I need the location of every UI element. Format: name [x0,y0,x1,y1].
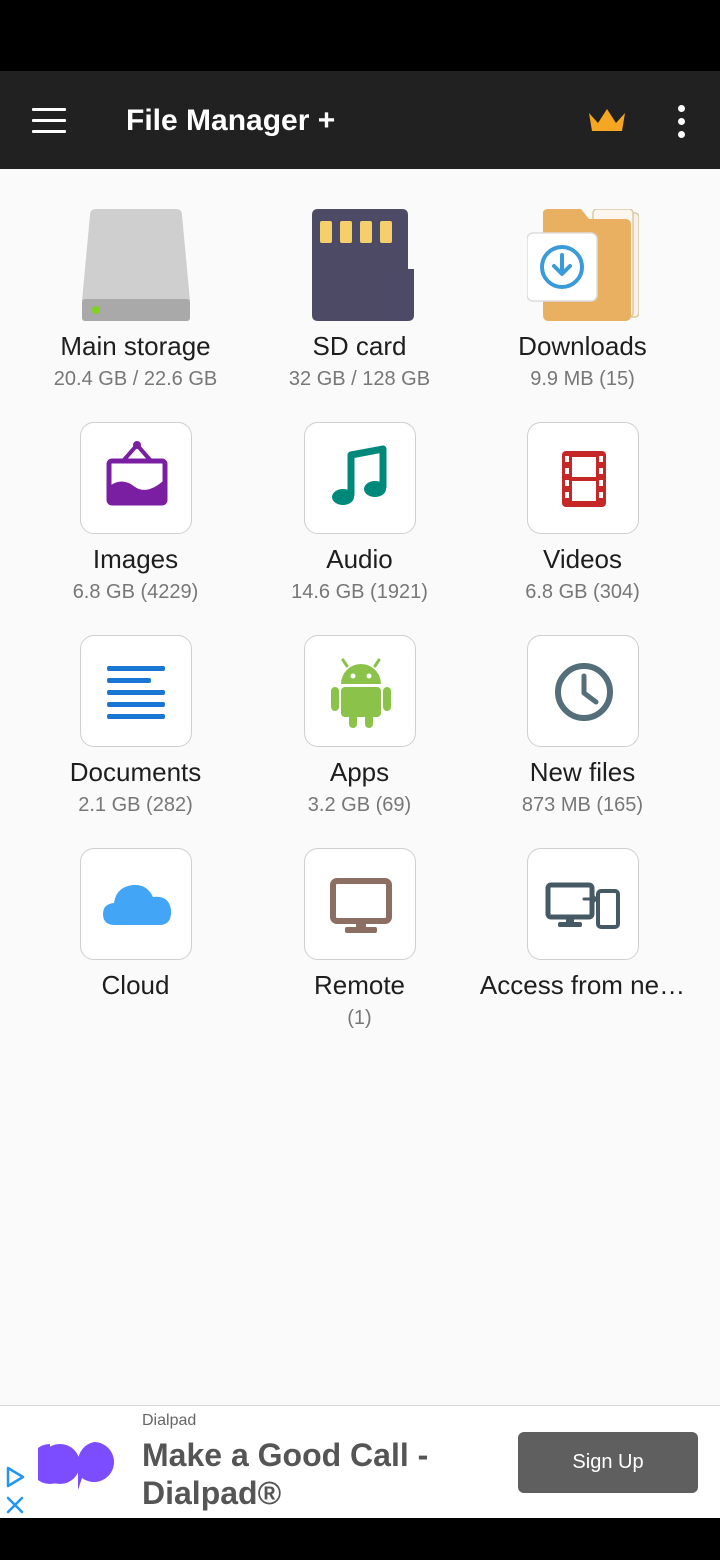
tile-label: Main storage [60,331,211,361]
tile-label: Documents [69,757,202,787]
tile-new-files[interactable]: New files 873 MB (165) [471,595,694,816]
document-icon [80,635,192,747]
ad-headline: Make a Good Call - Dialpad® [142,1437,429,1511]
tile-label: Audio [326,544,393,574]
tile-label: New files [529,757,636,787]
tile-label: Access from ne… [479,970,686,1000]
tile-label: Remote [313,970,406,1000]
tile-documents[interactable]: Documents 2.1 GB (282) [24,595,247,816]
status-bar [0,0,720,71]
tile-audio[interactable]: Audio 14.6 GB (1921) [248,382,471,603]
tile-videos[interactable]: Videos 6.8 GB (304) [471,382,694,603]
more-options-button[interactable] [664,101,698,141]
hard-drive-icon [80,209,192,321]
more-vert-icon [677,104,685,112]
navigation-bar [0,1518,720,1560]
tile-label: Cloud [101,970,170,1000]
tile-downloads[interactable]: Downloads 9.9 MB (15) [471,169,694,390]
clock-icon [527,635,639,747]
monitor-icon [304,848,416,960]
tile-access-from-network[interactable]: Access from ne… [471,808,694,1021]
dialpad-logo-icon [38,1432,114,1490]
tile-remote[interactable]: Remote (1) [248,808,471,1029]
tile-apps[interactable]: Apps 3.2 GB (69) [248,595,471,816]
image-icon [80,422,192,534]
tile-cloud[interactable]: Cloud [24,808,247,1021]
tile-subtitle: (1) [347,1007,372,1029]
tile-label: Apps [329,757,390,787]
ad-close-icon[interactable] [4,1494,26,1516]
film-icon [527,422,639,534]
ad-sign-up-button[interactable]: Sign Up [518,1432,698,1493]
tile-label: Downloads [518,331,647,361]
downloads-folder-icon [527,209,639,321]
devices-icon [527,848,639,960]
tile-main-storage[interactable]: Main storage 20.4 GB / 22.6 GB [24,169,247,390]
tile-sd-card[interactable]: SD card 32 GB / 128 GB [248,169,471,390]
hamburger-icon [32,107,66,111]
android-icon [304,635,416,747]
menu-button[interactable] [26,99,72,141]
sd-card-icon [304,209,416,321]
app-bar: File Manager + [0,71,720,169]
ad-choices-icon[interactable] [4,1466,26,1488]
tile-label: Images [92,544,179,574]
tile-label: Videos [542,544,623,574]
tile-images[interactable]: Images 6.8 GB (4229) [24,382,247,603]
cloud-icon [80,848,192,960]
ad-brand: Dialpad [142,1412,197,1429]
music-note-icon [304,422,416,534]
tile-label: SD card [312,331,407,361]
crown-icon[interactable] [586,105,628,137]
ad-banner[interactable]: Dialpad Make a Good Call - Dialpad® Sign… [0,1405,720,1518]
app-title: File Manager + [126,104,336,137]
